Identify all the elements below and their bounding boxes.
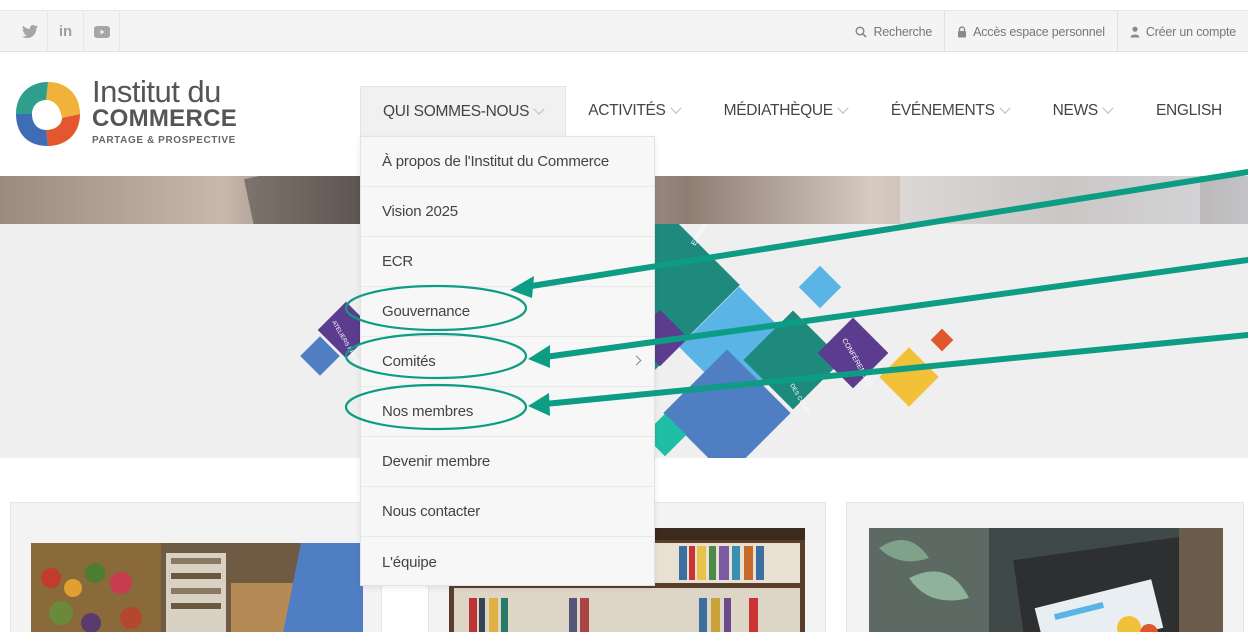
nav-item-label: MÉDIATHÈQUE <box>723 102 834 119</box>
personal-space-link[interactable]: Accès espace personnel <box>944 11 1117 52</box>
dropdown-item-label: Gouvernance <box>382 303 470 320</box>
chevron-down-icon <box>998 102 1011 114</box>
dropdown-item-devenir-membre[interactable]: Devenir membre <box>361 437 654 487</box>
personal-space-label: Accès espace personnel <box>973 24 1105 39</box>
hero-photo-detail <box>244 176 376 224</box>
logo-title: Institut du <box>92 74 221 109</box>
nav-item-label: ÉVÉNEMENTS <box>890 102 995 119</box>
lock-icon <box>958 25 967 37</box>
twitter-icon[interactable] <box>12 11 48 52</box>
social-links: in <box>12 11 120 52</box>
card-image-workspace <box>869 528 1223 632</box>
nav-item-mediatheque[interactable]: MÉDIATHÈQUE <box>702 86 869 136</box>
dropdown-item-nos-membres[interactable]: Nos membres <box>361 387 654 437</box>
search-link-label: Recherche <box>873 24 933 39</box>
dropdown-qui-sommes-nous: À propos de l'Institut du Commerce Visio… <box>360 136 655 586</box>
nav-item-qui-sommes-nous[interactable]: QUI SOMMES-NOUS <box>360 86 567 136</box>
content-card[interactable] <box>10 502 382 632</box>
create-account-link[interactable]: Créer un compte <box>1116 11 1248 52</box>
chevron-down-icon <box>837 102 849 114</box>
nav-item-label: NEWS <box>1052 102 1099 119</box>
dropdown-item-label: ECR <box>382 253 414 270</box>
dropdown-item-a-propos[interactable]: À propos de l'Institut du Commerce <box>361 137 654 187</box>
main-nav: QUI SOMMES-NOUS ACTIVITÉS MÉDIATHÈQUE ÉV… <box>360 86 1244 136</box>
account-links: Recherche Accès espace personnel Créer u… <box>843 11 1248 52</box>
search-icon <box>855 25 868 38</box>
dropdown-item-label: Nos membres <box>382 403 474 420</box>
youtube-icon[interactable] <box>84 11 120 52</box>
dropdown-item-label: Devenir membre <box>382 453 491 470</box>
diamond-tile <box>798 265 842 309</box>
nav-item-english[interactable]: ENGLISH <box>1134 86 1244 136</box>
card-image-market <box>31 543 363 632</box>
dropdown-item-gouvernance[interactable]: Gouvernance <box>361 287 654 337</box>
chevron-right-icon <box>631 355 642 366</box>
user-icon <box>1130 26 1140 37</box>
chevron-down-icon <box>533 103 545 115</box>
site-logo[interactable]: Institut du COMMERCE PARTAGE & PROSPECTI… <box>12 76 252 156</box>
dropdown-item-label: Comités <box>382 353 436 370</box>
nav-item-label: ACTIVITÉS <box>588 102 666 119</box>
top-utility-bar: in Recherche Accès espace personnel Crée… <box>0 10 1248 52</box>
hero-photo-detail <box>900 176 1200 224</box>
dropdown-item-equipe[interactable]: L'équipe <box>361 537 654 587</box>
diamond-tile <box>879 347 939 407</box>
linkedin-label: in <box>58 23 73 40</box>
nav-item-activites[interactable]: ACTIVITÉS <box>566 86 701 136</box>
dropdown-item-label: À propos de l'Institut du Commerce <box>382 153 610 170</box>
chevron-down-icon <box>669 102 682 114</box>
diamond-tile <box>930 328 954 352</box>
nav-item-news[interactable]: NEWS <box>1031 86 1134 136</box>
linkedin-icon[interactable]: in <box>48 11 84 52</box>
dropdown-item-comites[interactable]: Comités <box>361 337 654 387</box>
nav-item-evenements[interactable]: ÉVÉNEMENTS <box>869 86 1031 136</box>
nav-item-label: ENGLISH <box>1155 102 1222 119</box>
dropdown-item-nous-contacter[interactable]: Nous contacter <box>361 487 654 537</box>
dropdown-item-vision-2025[interactable]: Vision 2025 <box>361 187 654 237</box>
nav-item-label: QUI SOMMES-NOUS <box>383 102 530 120</box>
dropdown-item-label: Vision 2025 <box>382 203 458 220</box>
logo-mark-icon <box>16 82 80 146</box>
create-account-label: Créer un compte <box>1145 24 1236 39</box>
search-link[interactable]: Recherche <box>843 11 944 52</box>
dropdown-item-label: L'équipe <box>382 553 437 571</box>
chevron-down-icon <box>1102 102 1114 114</box>
dropdown-item-ecr[interactable]: ECR <box>361 237 654 287</box>
logo-subtitle: COMMERCE <box>92 105 238 132</box>
tile-label-ecr: EFFICIENT CONSUMER RESPONSE <box>691 224 757 247</box>
logo-tagline: PARTAGE & PROSPECTIVE <box>92 135 236 146</box>
content-card[interactable] <box>846 502 1244 632</box>
dropdown-item-label: Nous contacter <box>382 503 481 520</box>
